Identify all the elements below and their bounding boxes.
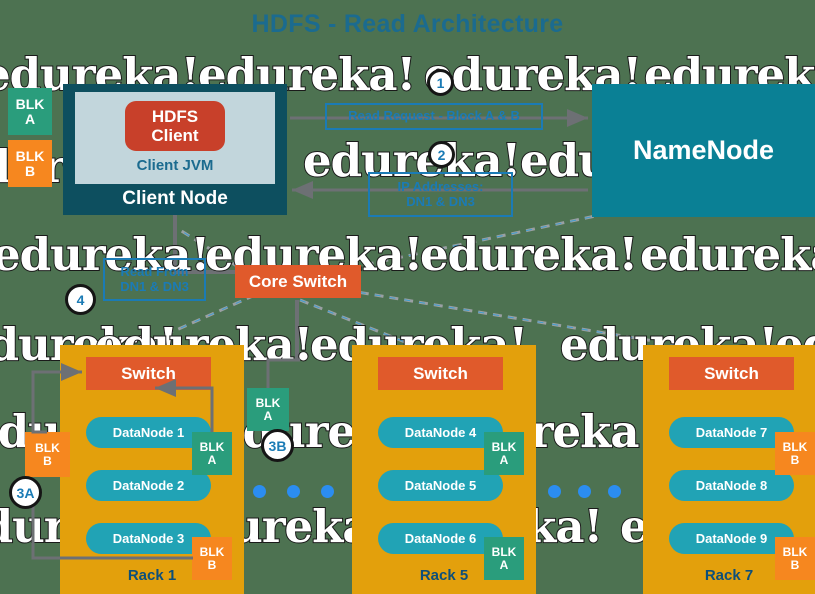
datanode-label: DataNode 5 (404, 478, 477, 493)
block-letter: B (790, 452, 800, 467)
hdfs-client-box[interactable]: HDFS Client (125, 101, 225, 151)
client-block-b: BLK B (8, 140, 52, 187)
namenode-box[interactable]: NameNode (592, 84, 815, 217)
block-letter: A (24, 110, 36, 127)
block-name: BLK (255, 395, 281, 410)
badge-step-3a-label: 3A (16, 484, 35, 501)
callout-read-from-line1: Read From (120, 263, 189, 279)
badge-step-3a: 3A (9, 476, 42, 509)
badge-step-3b: 3B (261, 429, 294, 462)
ellipsis-dot (253, 485, 266, 498)
badge-step-1-label: 1 (436, 74, 445, 91)
badge-step-1: 1 (427, 69, 454, 96)
block-letter: B (24, 162, 36, 179)
rack-5-block-a-dn6: BLK A (484, 537, 524, 580)
badge-step-3b-label: 3B (268, 437, 287, 454)
ellipsis-dot (578, 485, 591, 498)
block-name: BLK (15, 147, 45, 164)
datanode-label: DataNode 1 (112, 425, 185, 440)
datanode-label: DataNode 8 (695, 478, 768, 493)
block-name: BLK (15, 95, 45, 112)
rack-1-block-b-outside: BLK B (25, 432, 70, 477)
rack-7-block-b-dn9: BLK B (775, 537, 815, 580)
callout-ip-line1: IP Addresses: (397, 178, 484, 194)
rack-5-switch-label: Switch (413, 363, 468, 383)
block-letter: A (263, 408, 273, 423)
block-name: BLK (782, 544, 808, 559)
ellipsis-dot (321, 485, 334, 498)
block-letter: B (207, 557, 217, 572)
core-switch-box[interactable]: Core Switch (235, 265, 361, 298)
client-node-label: Client Node (122, 188, 228, 209)
rack-1-block-b-dn3: BLK B (192, 537, 232, 580)
watermark-text: edureka! (639, 227, 815, 282)
core-switch-label: Core Switch (248, 271, 348, 291)
badge-step-4: 4 (65, 284, 96, 315)
badge-step-2-label: 2 (437, 146, 446, 163)
rack-5-block-a-dn4: BLK A (484, 432, 524, 475)
callout-read-request: Read Request - Block A & B (325, 103, 543, 130)
diagram-canvas: edureka! edureka! edureka! edureka! edur… (0, 0, 815, 594)
rack-7-block-b-dn7: BLK B (775, 432, 815, 475)
datanode-label: DataNode 7 (695, 425, 768, 440)
block-name: BLK (199, 439, 225, 454)
datanode-label: DataNode 9 (695, 531, 768, 546)
block-letter: B (790, 557, 800, 572)
rack-5-switch[interactable]: Switch (378, 357, 503, 390)
callout-ip-addresses: IP Addresses: DN1 & DN3 (368, 172, 513, 217)
block-letter: A (207, 452, 217, 467)
client-jvm-label: Client JVM (136, 157, 214, 174)
namenode-label: NameNode (632, 135, 775, 165)
rack-7-switch-label: Switch (704, 363, 759, 383)
callout-read-request-text: Read Request - Block A & B (348, 108, 520, 124)
block-letter: A (499, 557, 509, 572)
datanode-label: DataNode 4 (404, 425, 477, 440)
callout-read-from: Read From DN1 & DN3 (103, 258, 206, 301)
badge-step-4-label: 4 (76, 291, 85, 308)
rack-7-switch[interactable]: Switch (669, 357, 794, 390)
hdfs-client-label-line2: Client (151, 126, 199, 145)
client-jvm-box: HDFS Client Client JVM (75, 92, 275, 184)
client-block-a: BLK A (8, 88, 52, 135)
block-name: BLK (199, 544, 225, 559)
client-node-box[interactable]: HDFS Client Client JVM Client Node (63, 84, 287, 215)
callout-ip-line2: DN1 & DN3 (406, 193, 475, 209)
datanode-label: DataNode 6 (404, 531, 477, 546)
block-letter: B (43, 453, 52, 468)
ellipsis-dot (287, 485, 300, 498)
page-title: HDFS - Read Architecture (251, 10, 564, 38)
hdfs-client-label-line1: HDFS (151, 106, 199, 126)
block-name: BLK (491, 439, 517, 454)
block-name: BLK (35, 440, 60, 455)
callout-read-from-line2: DN1 & DN3 (120, 278, 189, 294)
datanode-label: DataNode 2 (112, 478, 185, 493)
rack-1-switch-label: Switch (121, 363, 176, 383)
block-letter: A (499, 452, 509, 467)
ellipsis-dot (548, 485, 561, 498)
rack-5-block-a-outside: BLK A (247, 388, 289, 431)
block-name: BLK (491, 544, 517, 559)
datanode-label: DataNode 3 (112, 531, 185, 546)
ellipsis-dot (608, 485, 621, 498)
block-name: BLK (782, 439, 808, 454)
rack-1-switch[interactable]: Switch (86, 357, 211, 390)
watermark-text: edureka! (419, 227, 639, 282)
rack-1-block-a-dn1: BLK A (192, 432, 232, 475)
badge-step-2: 2 (428, 141, 455, 168)
